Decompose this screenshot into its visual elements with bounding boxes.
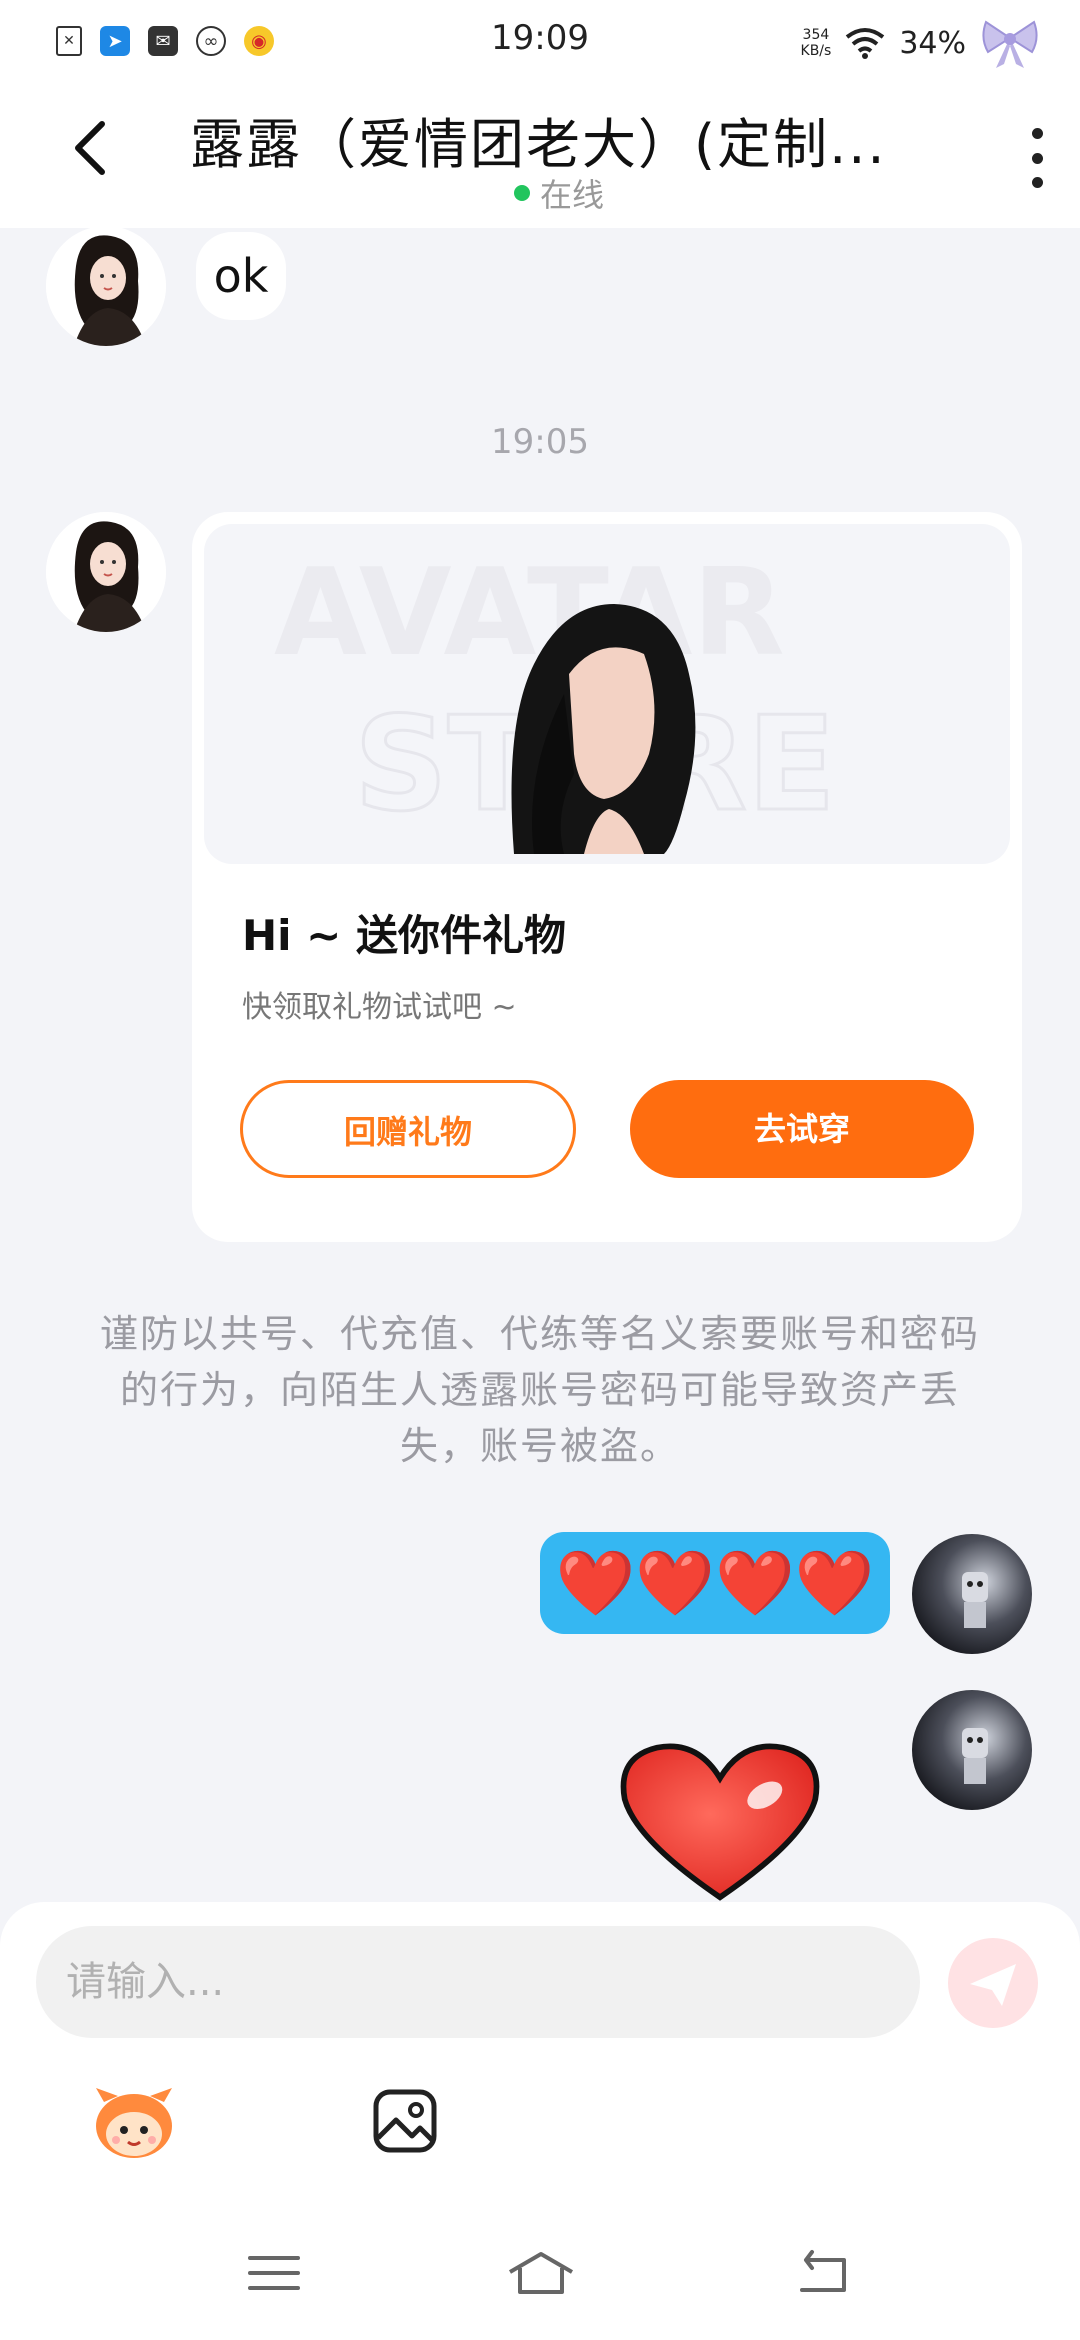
heart-sticker[interactable] [612, 1740, 828, 1902]
back-button[interactable] [60, 118, 120, 188]
status-bar: ✕ ➤ ✉ ∞ ◉ 19:09 354 KB/s 34% [0, 0, 1080, 80]
contact-avatar-image [46, 226, 166, 346]
send-button[interactable] [948, 1938, 1038, 2028]
chat-title[interactable]: 露露（爱情团老大）(定制... [190, 100, 910, 179]
return-gift-button[interactable]: 回赠礼物 [240, 1080, 576, 1178]
status-right: 354 KB/s 34% [801, 16, 1040, 70]
more-dot [1031, 152, 1043, 164]
net-speed: 354 KB/s [801, 27, 832, 59]
gift-card-title: Hi ~ 送你件礼物 [242, 911, 566, 960]
net-speed-unit: KB/s [800, 43, 832, 59]
home-button[interactable] [506, 2248, 576, 2298]
try-on-button[interactable]: 去试穿 [630, 1080, 974, 1178]
gift-card[interactable]: AVATAR STORE Hi ~ 送你件礼物 快领取礼物试试吧 ~ 回赠礼物 … [192, 512, 1022, 1242]
my-avatar[interactable] [912, 1690, 1032, 1810]
home-icon [508, 2252, 574, 2294]
sticker-button[interactable] [92, 2084, 176, 2160]
security-warning: 谨防以共号、代充值、代练等名义索要账号和密码的行为，向陌生人透露账号密码可能导致… [99, 1312, 980, 1468]
online-dot [514, 185, 530, 201]
contact-avatar[interactable] [46, 512, 166, 632]
gift-card-image: AVATAR STORE [204, 524, 1010, 864]
return-icon [800, 2250, 846, 2292]
image-button[interactable] [372, 2088, 438, 2154]
red-heart-sticker-icon [620, 1743, 820, 1901]
outgoing-message[interactable]: ❤️❤️❤️❤️ [540, 1532, 890, 1634]
menu-icon [248, 2256, 300, 2290]
recent-apps-button[interactable] [244, 2248, 304, 2298]
incoming-message[interactable]: ok [196, 232, 286, 320]
message-timestamp: 19:05 [491, 422, 589, 462]
wifi-icon [846, 28, 885, 59]
more-dot [1031, 177, 1043, 188]
chevron-left-icon [75, 121, 105, 175]
battery-level: 34% [899, 25, 966, 61]
back-nav-button[interactable] [792, 2248, 852, 2298]
send-icon [970, 1964, 1016, 2006]
online-label: 在线 [540, 176, 605, 214]
my-avatar-image [912, 1534, 1032, 1654]
my-avatar[interactable] [912, 1534, 1032, 1654]
top-bar: ✕ ➤ ✉ ∞ ◉ 19:09 354 KB/s 34% 露露（爱情团老大）(定… [0, 0, 1080, 228]
watermark-line1: AVATAR [274, 544, 785, 683]
my-avatar-image [912, 1690, 1032, 1810]
contact-avatar[interactable] [46, 226, 166, 346]
more-dot [1031, 128, 1043, 139]
contact-avatar-image [46, 512, 166, 632]
mascot-sticker-icon [96, 2088, 172, 2158]
bow-icon [982, 20, 1038, 68]
system-navigation-bar [0, 2230, 1080, 2310]
gift-card-subtitle: 快领取礼物试试吧 ~ [242, 990, 517, 1025]
net-speed-value: 354 [802, 27, 830, 43]
online-status: 在线 [514, 170, 604, 216]
more-options-button[interactable] [1022, 128, 1052, 188]
message-input[interactable]: 请输入... [36, 1926, 920, 2038]
image-icon [373, 2089, 437, 2153]
avatar-store-banner: AVATAR STORE [274, 544, 837, 854]
